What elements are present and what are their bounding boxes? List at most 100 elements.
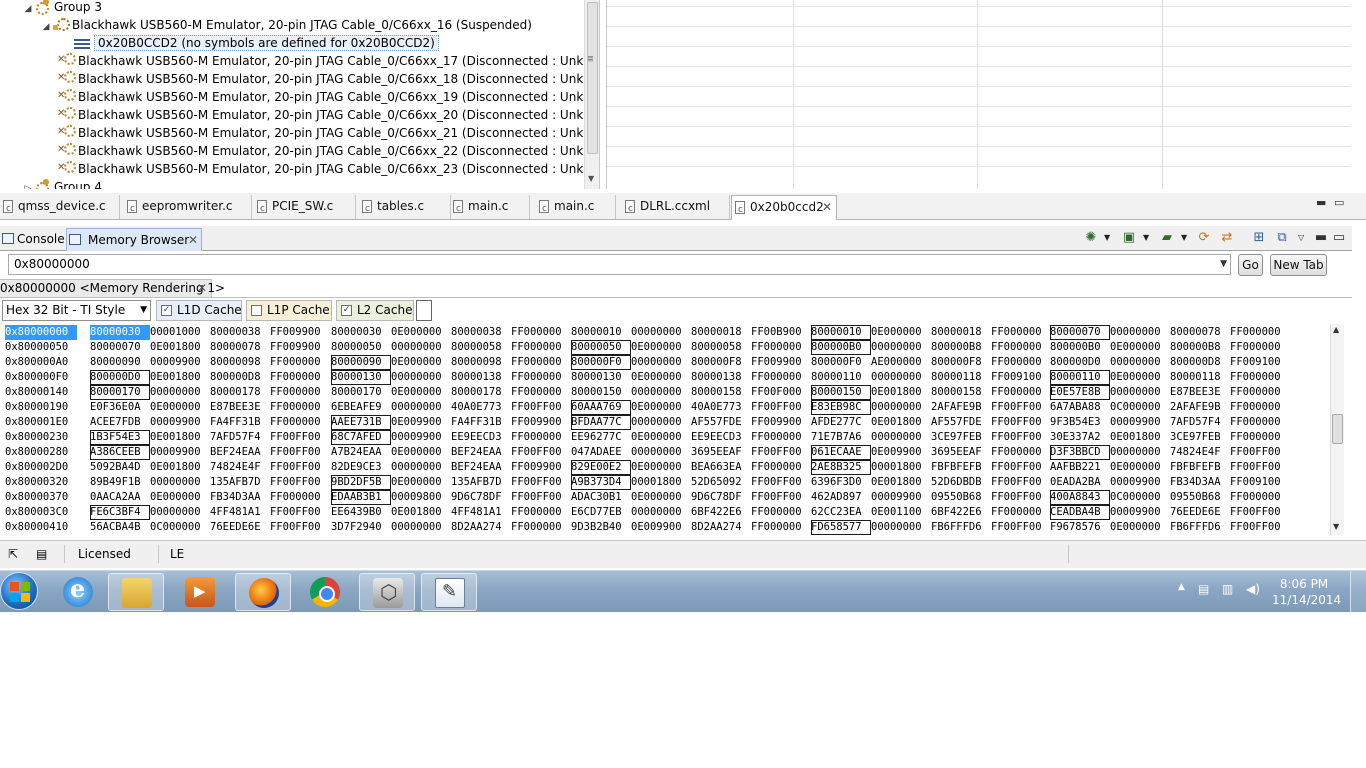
memory-cell[interactable]: 80000030 <box>331 325 391 340</box>
memory-cell[interactable]: 0E000000 <box>391 475 451 490</box>
memory-cell[interactable]: FF00FF00 <box>751 400 811 415</box>
memory-cell[interactable]: 6A7ABA88 <box>1050 400 1110 415</box>
editor-tab[interactable]: PCIE_SW.c <box>254 195 356 220</box>
memory-cell[interactable]: FF000000 <box>1230 325 1290 340</box>
memory-cell[interactable]: FBFBFEFB <box>931 460 991 475</box>
tab-memory-browser[interactable]: Memory Browser ✕ <box>66 228 202 251</box>
memory-cell[interactable]: 0E000000 <box>1110 370 1170 385</box>
memory-cell[interactable]: 30E337A2 <box>1050 430 1110 445</box>
memory-cell[interactable]: 74824E4F <box>210 460 270 475</box>
editor-tab[interactable]: main.c <box>536 195 616 220</box>
memory-cell[interactable]: FD658577 <box>811 520 871 535</box>
memory-cell[interactable]: 09550B68 <box>931 490 991 505</box>
memory-cell[interactable]: 800000B8 <box>931 340 991 355</box>
memory-cell[interactable]: 00009900 <box>1110 415 1170 430</box>
memory-cell[interactable]: 800000D8 <box>210 370 270 385</box>
memory-cell[interactable]: AE000000 <box>871 355 931 370</box>
new-window-icon[interactable]: ⊞ <box>1250 229 1268 247</box>
memory-cell[interactable]: FF00FF00 <box>270 505 330 520</box>
memory-cell[interactable]: FF00FF00 <box>1230 460 1290 475</box>
memory-cell[interactable]: 00000000 <box>871 430 931 445</box>
memory-cell[interactable]: FF000000 <box>751 340 811 355</box>
memory-cell[interactable]: FF000000 <box>270 400 330 415</box>
memory-cell[interactable]: FF000000 <box>511 520 571 535</box>
memory-cell[interactable]: 56ACBA4B <box>90 520 150 535</box>
memory-cell[interactable]: FF000000 <box>1230 430 1290 445</box>
memory-cell[interactable]: 00000000 <box>871 400 931 415</box>
show-hidden-icons-icon[interactable]: ▲ <box>1178 582 1185 592</box>
collapse-arrow-icon[interactable]: ◢ <box>22 0 34 18</box>
memory-cell[interactable]: FF000000 <box>751 370 811 385</box>
memory-cell[interactable]: 80000050 <box>331 340 391 355</box>
memory-cell[interactable]: FF000000 <box>270 415 330 430</box>
memory-cell[interactable]: 0E000000 <box>631 340 691 355</box>
dropdown-arrow-icon[interactable]: ▼ <box>1181 229 1191 247</box>
memory-cell[interactable]: 00001800 <box>631 475 691 490</box>
link-icon[interactable]: ⇄ <box>1218 229 1236 247</box>
memory-cell[interactable]: AAFBB221 <box>1050 460 1110 475</box>
memory-cell[interactable]: 800000D0 <box>1050 355 1110 370</box>
memory-cell[interactable]: 00009900 <box>150 415 210 430</box>
sync-icon[interactable]: ⟳ <box>1195 229 1213 247</box>
memory-cell[interactable]: 71E7B7A6 <box>811 430 871 445</box>
memory-cell[interactable]: 00000000 <box>391 340 451 355</box>
memory-cell[interactable]: 00009900 <box>1110 505 1170 520</box>
taskbar-internet-explorer[interactable] <box>50 573 106 611</box>
editor-tab[interactable]: eepromwriter.c <box>124 195 252 220</box>
tree-disconnected-core[interactable]: Blackhawk USB560-M Emulator, 20-pin JTAG… <box>57 70 599 88</box>
memory-cell[interactable]: 80000158 <box>691 385 751 400</box>
memory-cell[interactable]: 00000000 <box>871 370 931 385</box>
memory-cell[interactable]: 0C000000 <box>1110 400 1170 415</box>
memory-cell[interactable]: 00000000 <box>1110 385 1170 400</box>
format-select[interactable]: Hex 32 Bit - TI Style ▼ <box>2 300 151 321</box>
memory-cell[interactable]: 1B3F54E3 <box>90 430 150 445</box>
memory-cell[interactable]: FF000000 <box>270 355 330 370</box>
maximize-icon[interactable]: ▭ <box>1334 196 1344 209</box>
memory-cell[interactable]: 00000000 <box>391 400 451 415</box>
editor-tab[interactable]: main.c <box>450 195 530 220</box>
memory-cell[interactable]: FB6FFFD6 <box>931 520 991 535</box>
memory-cell[interactable]: 0E001800 <box>871 415 931 430</box>
memory-cell[interactable]: BEF24EAA <box>210 445 270 460</box>
memory-cell[interactable]: 76EEDE6E <box>210 520 270 535</box>
close-icon[interactable]: ✕ <box>197 280 207 297</box>
scroll-down-icon[interactable]: ▼ <box>1333 522 1339 531</box>
memory-cell[interactable]: FBFBFEFB <box>1170 460 1230 475</box>
memory-cell[interactable]: 7AFD57F4 <box>210 430 270 445</box>
memory-cell[interactable]: FF000000 <box>511 370 571 385</box>
memory-cell[interactable]: 3CE97FEB <box>1170 430 1230 445</box>
taskbar-firefox[interactable] <box>235 573 291 611</box>
memory-cell[interactable]: 4FF481A1 <box>451 505 511 520</box>
memory-cell[interactable]: FF000000 <box>751 505 811 520</box>
memory-cell[interactable]: A9B373D4 <box>571 475 631 490</box>
memory-cell[interactable]: 800000D0 <box>90 370 150 385</box>
memory-cell[interactable]: 74824E4F <box>1170 445 1230 460</box>
memory-cell[interactable]: 800000D8 <box>1170 355 1230 370</box>
memory-cell[interactable]: FF00FF00 <box>270 460 330 475</box>
memory-cell[interactable]: 9D6C78DF <box>451 490 511 505</box>
chip-icon[interactable]: ▰ <box>1158 229 1176 247</box>
memory-cell[interactable]: E87BEE3E <box>210 400 270 415</box>
memory-cell[interactable]: FF009100 <box>1230 475 1290 490</box>
memory-cell[interactable]: 061ECAAE <box>811 445 871 460</box>
memory-cell[interactable]: FF000000 <box>991 505 1051 520</box>
memory-cell[interactable]: AF557FDE <box>931 415 991 430</box>
memory-cell[interactable]: 00009800 <box>391 490 451 505</box>
tree-disconnected-core[interactable]: Blackhawk USB560-M Emulator, 20-pin JTAG… <box>57 142 599 160</box>
memory-cell[interactable]: FF000000 <box>991 340 1051 355</box>
memory-cell[interactable]: 80000098 <box>451 355 511 370</box>
memory-cell[interactable]: F9678576 <box>1050 520 1110 535</box>
memory-cell[interactable]: FF00FF00 <box>991 400 1051 415</box>
tree-group4[interactable]: ▷ Group 4 <box>22 178 102 189</box>
memory-cell[interactable]: 0E000000 <box>1110 460 1170 475</box>
memory-cell[interactable]: BEF24EAA <box>451 460 511 475</box>
memory-cell[interactable]: 0E001800 <box>150 460 210 475</box>
l1d-cache-toggle[interactable]: ✓ L1D Cache <box>156 300 242 321</box>
memory-grid[interactable]: 0x80000000 80000030 00001000 80000038 FF0099… <box>0 324 1330 535</box>
memory-cell[interactable]: 3D7F2940 <box>331 520 391 535</box>
memory-cell[interactable]: 8D2AA274 <box>691 520 751 535</box>
memory-cell[interactable]: FF000000 <box>511 385 571 400</box>
memory-cell[interactable]: FF000000 <box>751 430 811 445</box>
memory-cell[interactable]: 40A0E773 <box>691 400 751 415</box>
memory-cell[interactable]: 80000078 <box>210 340 270 355</box>
